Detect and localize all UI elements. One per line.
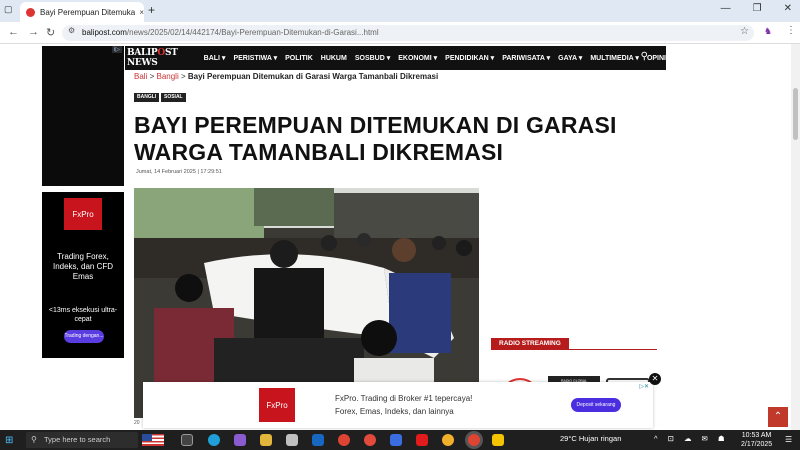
tab-list-icon[interactable]: ▢: [4, 4, 13, 15]
clock[interactable]: 10:53 AM 2/17/2025: [741, 431, 772, 449]
search-icon: ⚲: [31, 435, 37, 444]
search-icon[interactable]: ⚲: [641, 51, 648, 62]
nav-item-politik[interactable]: POLITIK: [285, 55, 313, 62]
fxpro-logo: FxPro: [259, 388, 295, 422]
maximize-button[interactable]: ❐: [753, 3, 762, 14]
ad-line-2: Forex, Emas, Indeks, dan lainnya: [335, 407, 454, 416]
close-ad-button[interactable]: ✕: [649, 373, 661, 385]
article-headline: BAYI PEREMPUAN DITEMUKAN DI GARASI WARGA…: [134, 112, 617, 165]
back-arrow-icon[interactable]: ←: [8, 26, 19, 38]
nav-item-opini[interactable]: OPINI: [647, 55, 666, 62]
ad-line-1: FxPro. Trading di Broker #1 tepercaya!: [335, 394, 473, 403]
site-info-icon[interactable]: ⚙: [68, 26, 75, 35]
tab-active[interactable]: Bayi Perempuan Ditemukan di G ×: [20, 2, 144, 22]
chrome-active-icon[interactable]: [468, 434, 480, 446]
breadcrumb-current: Bayi Perempuan Ditemukan di Garasi Warga…: [187, 72, 439, 81]
nav-item-pendidikan[interactable]: PENDIDIKAN ▾: [445, 54, 494, 62]
breadcrumb-separator: >: [180, 72, 186, 81]
site-navbar: BALIPOST NEWS BALI ▾ PERISTIWA ▾ POLITIK…: [125, 46, 666, 70]
clock-date: 2/17/2025: [741, 441, 773, 448]
category-tag-bangli[interactable]: BANGLI: [134, 93, 160, 102]
minimize-button[interactable]: —: [721, 3, 731, 14]
zoom-icon[interactable]: [390, 434, 402, 446]
chrome-profile-icon[interactable]: [364, 434, 376, 446]
us-flag-icon[interactable]: [142, 434, 164, 446]
ad-choices-icon[interactable]: ▷✕: [639, 383, 649, 390]
tab-close-icon[interactable]: ×: [139, 8, 144, 17]
nav-item-multimedia[interactable]: MULTIMEDIA ▾: [590, 54, 639, 62]
ad-cta-button[interactable]: Trading dengan...: [64, 330, 104, 343]
breadcrumb-bangli[interactable]: Bangli: [156, 72, 178, 81]
task-view-icon[interactable]: [181, 434, 193, 446]
file-explorer-icon[interactable]: [260, 434, 272, 446]
weather-widget[interactable]: 29°C Hujan ringan: [560, 434, 621, 443]
windows-start-icon[interactable]: ⊞: [5, 435, 13, 446]
forward-arrow-icon[interactable]: →: [28, 26, 39, 38]
nav-item-bali[interactable]: BALI ▾: [204, 54, 226, 62]
breadcrumb-bali[interactable]: Bali: [134, 72, 147, 81]
system-tray[interactable]: ^ ⊡ ☁ ✉ ☗: [654, 434, 729, 443]
copilot-icon[interactable]: [234, 434, 246, 446]
browser-toolbar: ← → ↻ balipost.com/news/2025/02/14/44217…: [0, 22, 800, 44]
nav-item-gaya[interactable]: GAYA ▾: [558, 54, 582, 62]
extension-icon[interactable]: ♞: [764, 26, 772, 37]
url-path: /news/2025/02/14/442174/Bayi-Perempuan-D…: [126, 28, 379, 37]
left-ad-banner[interactable]: i▷: [42, 46, 124, 186]
nav-item-hukum[interactable]: HUKUM: [321, 55, 347, 62]
photo-caption: 20: [134, 420, 140, 426]
reload-icon[interactable]: ↻: [46, 26, 55, 39]
left-fxpro-ad[interactable]: FxPro Trading Forex, Indeks, dan CFD Ema…: [42, 192, 124, 358]
category-tag-sosial[interactable]: SOSIAL: [161, 93, 186, 102]
article-date: Jumat, 14 Februari 2025 | 17:29:51: [136, 169, 222, 175]
kebab-menu-icon[interactable]: ⋮: [786, 25, 796, 36]
ad-text-primary: Trading Forex, Indeks, dan CFD Emas: [52, 252, 114, 281]
nav-item-sosbud[interactable]: SOSBUD ▾: [355, 54, 390, 62]
edge-icon[interactable]: [208, 434, 220, 446]
window-controls: — ❐ ✕: [721, 3, 792, 14]
sticky-notes-icon[interactable]: [492, 434, 504, 446]
fxpro-logo: FxPro: [64, 198, 102, 230]
back-to-top-button[interactable]: ⌃: [768, 407, 788, 427]
notification-icon[interactable]: ☰: [785, 435, 792, 444]
breadcrumb: Bali > Bangli > Bayi Perempuan Ditemukan…: [134, 72, 438, 81]
store-icon[interactable]: [286, 434, 298, 446]
tab-title: Bayi Perempuan Ditemukan di G: [40, 7, 136, 17]
breadcrumb-separator: >: [149, 72, 155, 81]
site-favicon-icon: [26, 7, 35, 17]
chrome-icon[interactable]: [338, 434, 350, 446]
url-host: balipost.com: [82, 28, 127, 37]
address-bar[interactable]: balipost.com/news/2025/02/14/442174/Bayi…: [62, 25, 754, 41]
new-tab-button[interactable]: +: [148, 3, 155, 17]
outlook-icon[interactable]: [312, 434, 324, 446]
nav-item-ekonomi[interactable]: EKONOMI ▾: [398, 54, 437, 62]
windows-taskbar: ⊞ ⚲ Type here to search 29°C Hujan ringa…: [0, 430, 800, 450]
nav-item-peristiwa[interactable]: PERISTIWA ▾: [233, 54, 277, 62]
browser-tab-bar: ▢ Bayi Perempuan Ditemukan di G × + — ❐ …: [0, 0, 800, 22]
bookmark-star-icon[interactable]: ☆: [740, 26, 749, 37]
ad-text-secondary: <13ms eksekusi ultra-cepat: [48, 307, 118, 323]
chrome-canary-icon[interactable]: [442, 434, 454, 446]
scrollbar-thumb[interactable]: [793, 88, 798, 140]
ad-choices-icon[interactable]: i▷: [112, 46, 122, 53]
nav-item-pariwisata[interactable]: PARIWISATA ▾: [502, 54, 550, 62]
close-window-button[interactable]: ✕: [784, 3, 792, 14]
bottom-sticky-ad[interactable]: FxPro FxPro. Trading di Broker #1 teperc…: [143, 382, 653, 428]
youtube-icon[interactable]: [416, 434, 428, 446]
site-logo[interactable]: BALIPOST NEWS: [127, 48, 194, 68]
taskbar-search-box[interactable]: ⚲ Type here to search: [26, 432, 138, 448]
taskbar-search-placeholder: Type here to search: [44, 435, 111, 444]
deposit-now-button[interactable]: Deposit sekarang: [571, 398, 621, 412]
clock-time: 10:53 AM: [741, 432, 772, 439]
radio-heading-rule: [491, 349, 657, 350]
